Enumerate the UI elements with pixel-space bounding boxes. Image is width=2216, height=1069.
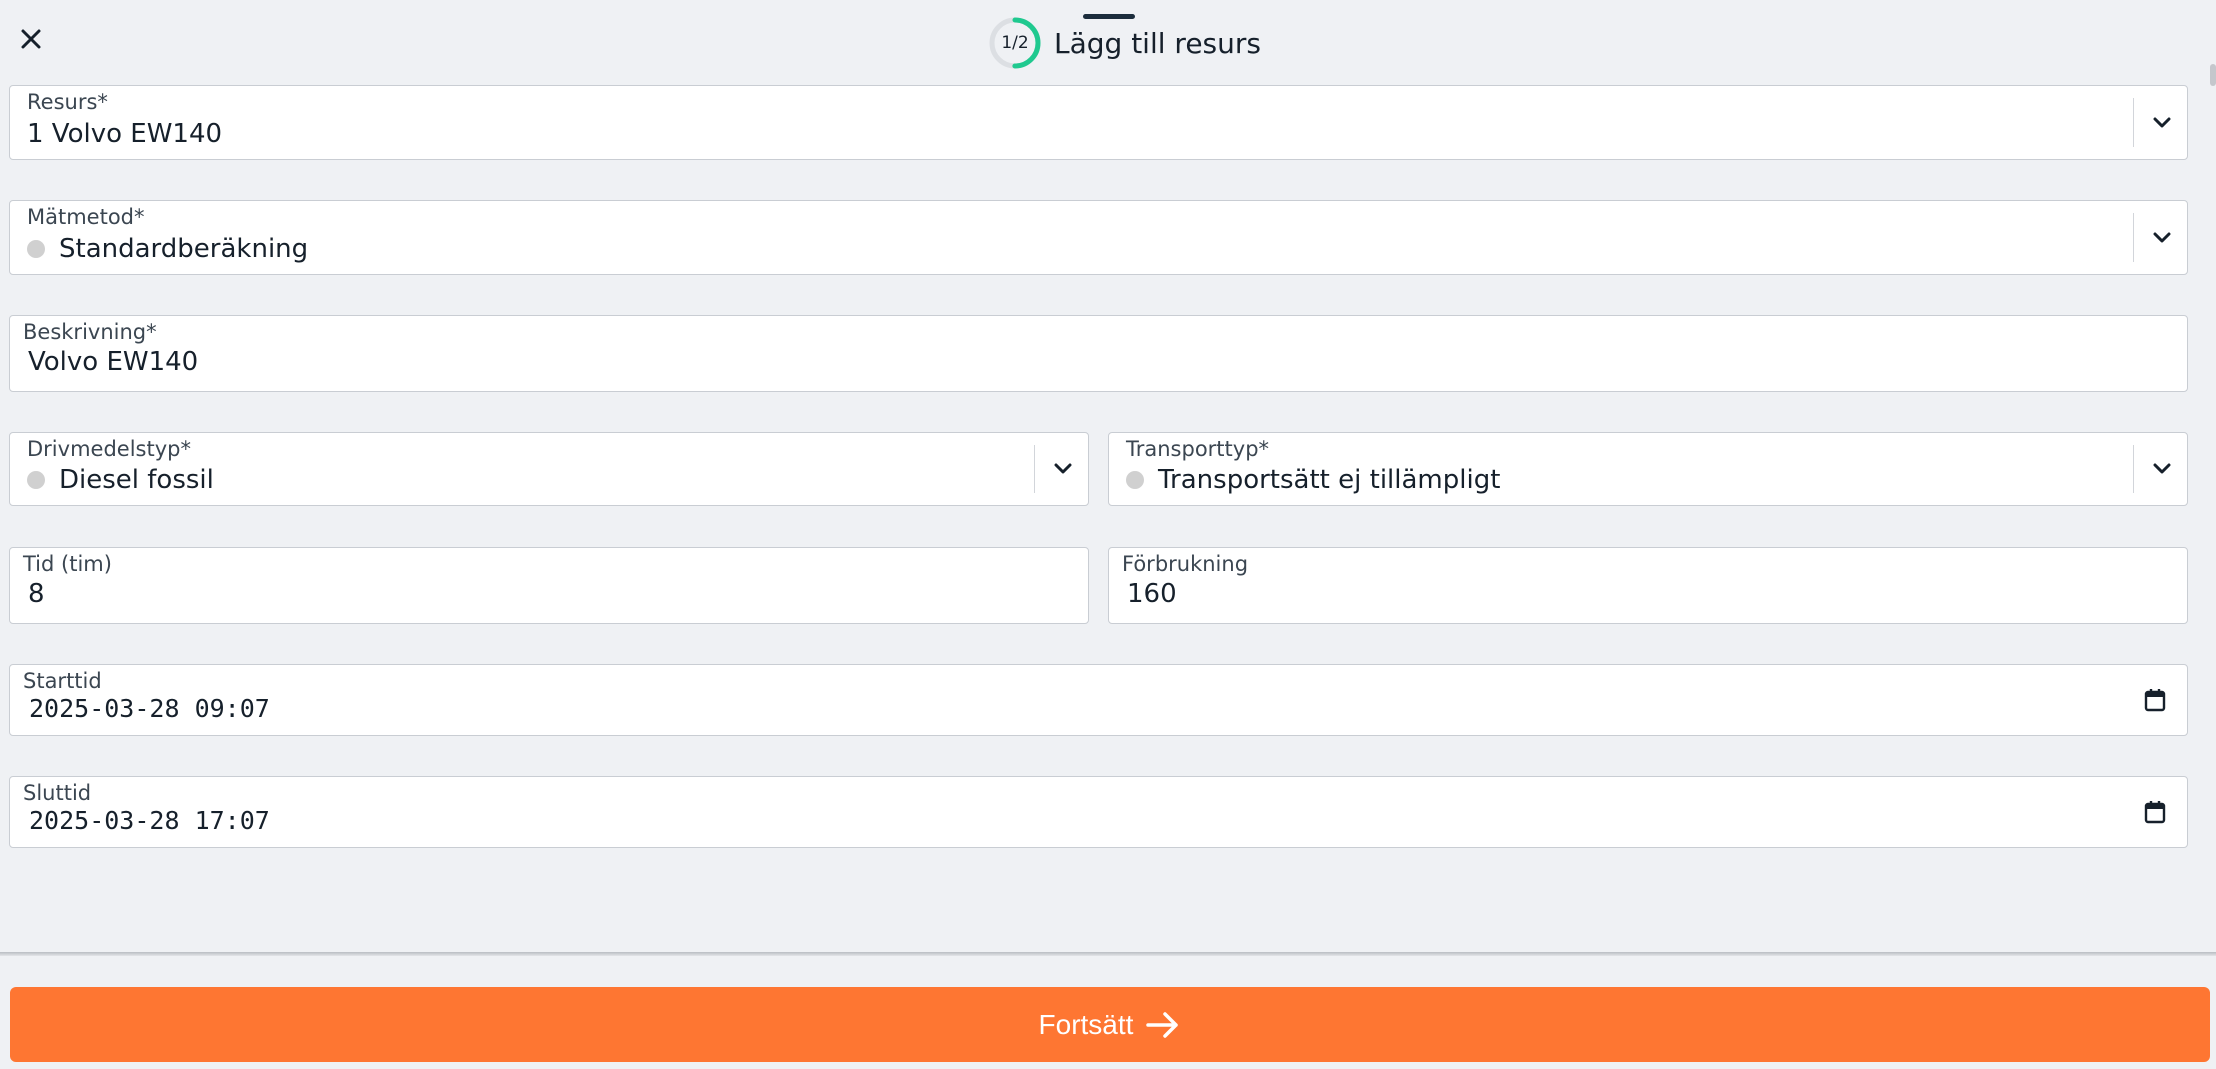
arrow-right-icon — [1145, 1010, 1181, 1040]
fuel-type-row: Diesel fossil — [27, 465, 214, 495]
select-divider — [2132, 213, 2134, 262]
time-input[interactable]: 8 — [28, 579, 45, 609]
chevron-down-icon[interactable] — [1038, 433, 1088, 505]
continue-label: Fortsätt — [1038, 1008, 1134, 1040]
transport-type-label: Transporttyp* — [1126, 437, 1270, 461]
transport-type-row: Transportsätt ej tillämpligt — [1126, 465, 1500, 495]
time-field[interactable]: Tid (tim) 8 — [9, 547, 1089, 624]
start-time-field[interactable]: Starttid 2025-03-28 09:07 — [9, 664, 2188, 736]
chevron-down-icon[interactable] — [2137, 433, 2187, 505]
close-button[interactable] — [14, 24, 48, 58]
transport-type-value: Transportsätt ej tillämpligt — [1158, 465, 1501, 495]
measurement-method-label: Mätmetod* — [27, 205, 145, 229]
fuel-type-label: Drivmedelstyp* — [27, 437, 191, 461]
status-dot-icon — [27, 240, 45, 258]
description-field[interactable]: Beskrivning* Volvo EW140 — [9, 315, 2188, 392]
consumption-field[interactable]: Förbrukning 160 — [1108, 547, 2188, 624]
resource-select[interactable]: Resurs* 1 Volvo EW140 — [9, 85, 2188, 160]
chevron-down-icon[interactable] — [2137, 86, 2187, 159]
resource-label: Resurs* — [27, 90, 108, 114]
select-divider — [1033, 445, 1035, 493]
start-time-input[interactable]: 2025-03-28 09:07 — [29, 694, 270, 723]
calendar-icon[interactable] — [2137, 777, 2173, 847]
sheet-header: 1/2 Lägg till resurs — [988, 16, 1261, 70]
transport-type-select[interactable]: Transporttyp* Transportsätt ej tillämpli… — [1108, 432, 2188, 506]
start-time-label: Starttid — [23, 669, 102, 693]
step-counter: 1/2 — [1001, 33, 1029, 53]
consumption-input[interactable]: 160 — [1127, 579, 1177, 609]
scrollbar-thumb[interactable] — [2210, 64, 2216, 86]
close-icon — [20, 28, 42, 54]
end-time-label: Sluttid — [23, 781, 92, 805]
end-time-field[interactable]: Sluttid 2025-03-28 17:07 — [9, 776, 2188, 848]
measurement-method-select[interactable]: Mätmetod* Standardberäkning — [9, 200, 2188, 275]
status-dot-icon — [27, 471, 45, 489]
calendar-icon[interactable] — [2137, 665, 2173, 735]
end-time-input[interactable]: 2025-03-28 17:07 — [29, 806, 270, 835]
select-divider — [2132, 98, 2134, 147]
add-resource-sheet: 1/2 Lägg till resurs Resurs* 1 Volvo EW1… — [0, 0, 2216, 1069]
step-progress-indicator: 1/2 — [988, 16, 1042, 70]
status-dot-icon — [1126, 471, 1144, 489]
consumption-label: Förbrukning — [1122, 552, 1249, 576]
description-input[interactable]: Volvo EW140 — [28, 347, 198, 377]
description-label: Beskrivning* — [23, 320, 157, 344]
select-divider — [2132, 445, 2134, 493]
fuel-type-select[interactable]: Drivmedelstyp* Diesel fossil — [9, 432, 1089, 506]
time-label: Tid (tim) — [23, 552, 112, 576]
chevron-down-icon[interactable] — [2137, 201, 2187, 274]
page-title: Lägg till resurs — [1054, 26, 1261, 60]
fuel-type-value: Diesel fossil — [59, 465, 214, 495]
measurement-method-row: Standardberäkning — [27, 234, 308, 264]
continue-button[interactable]: Fortsätt — [10, 987, 2210, 1062]
measurement-method-value: Standardberäkning — [59, 234, 309, 264]
resource-value: 1 Volvo EW140 — [27, 119, 223, 149]
